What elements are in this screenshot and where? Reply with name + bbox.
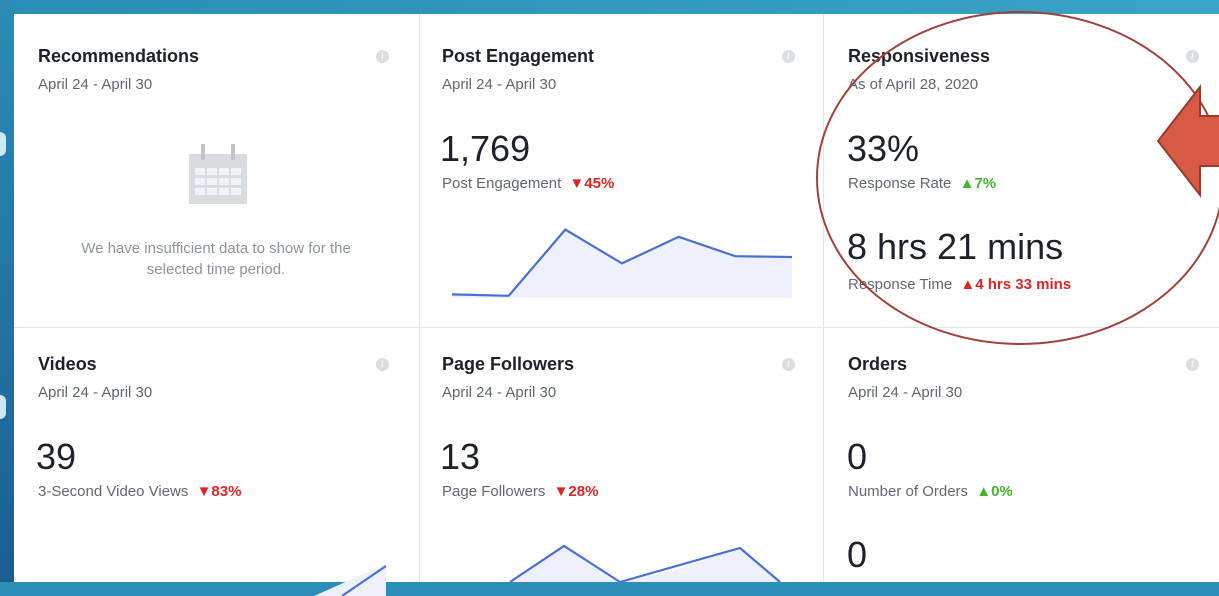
pointer-arrow-icon [1156,84,1219,198]
highlight-circle [816,11,1219,345]
annotation-overlay [816,11,1219,345]
